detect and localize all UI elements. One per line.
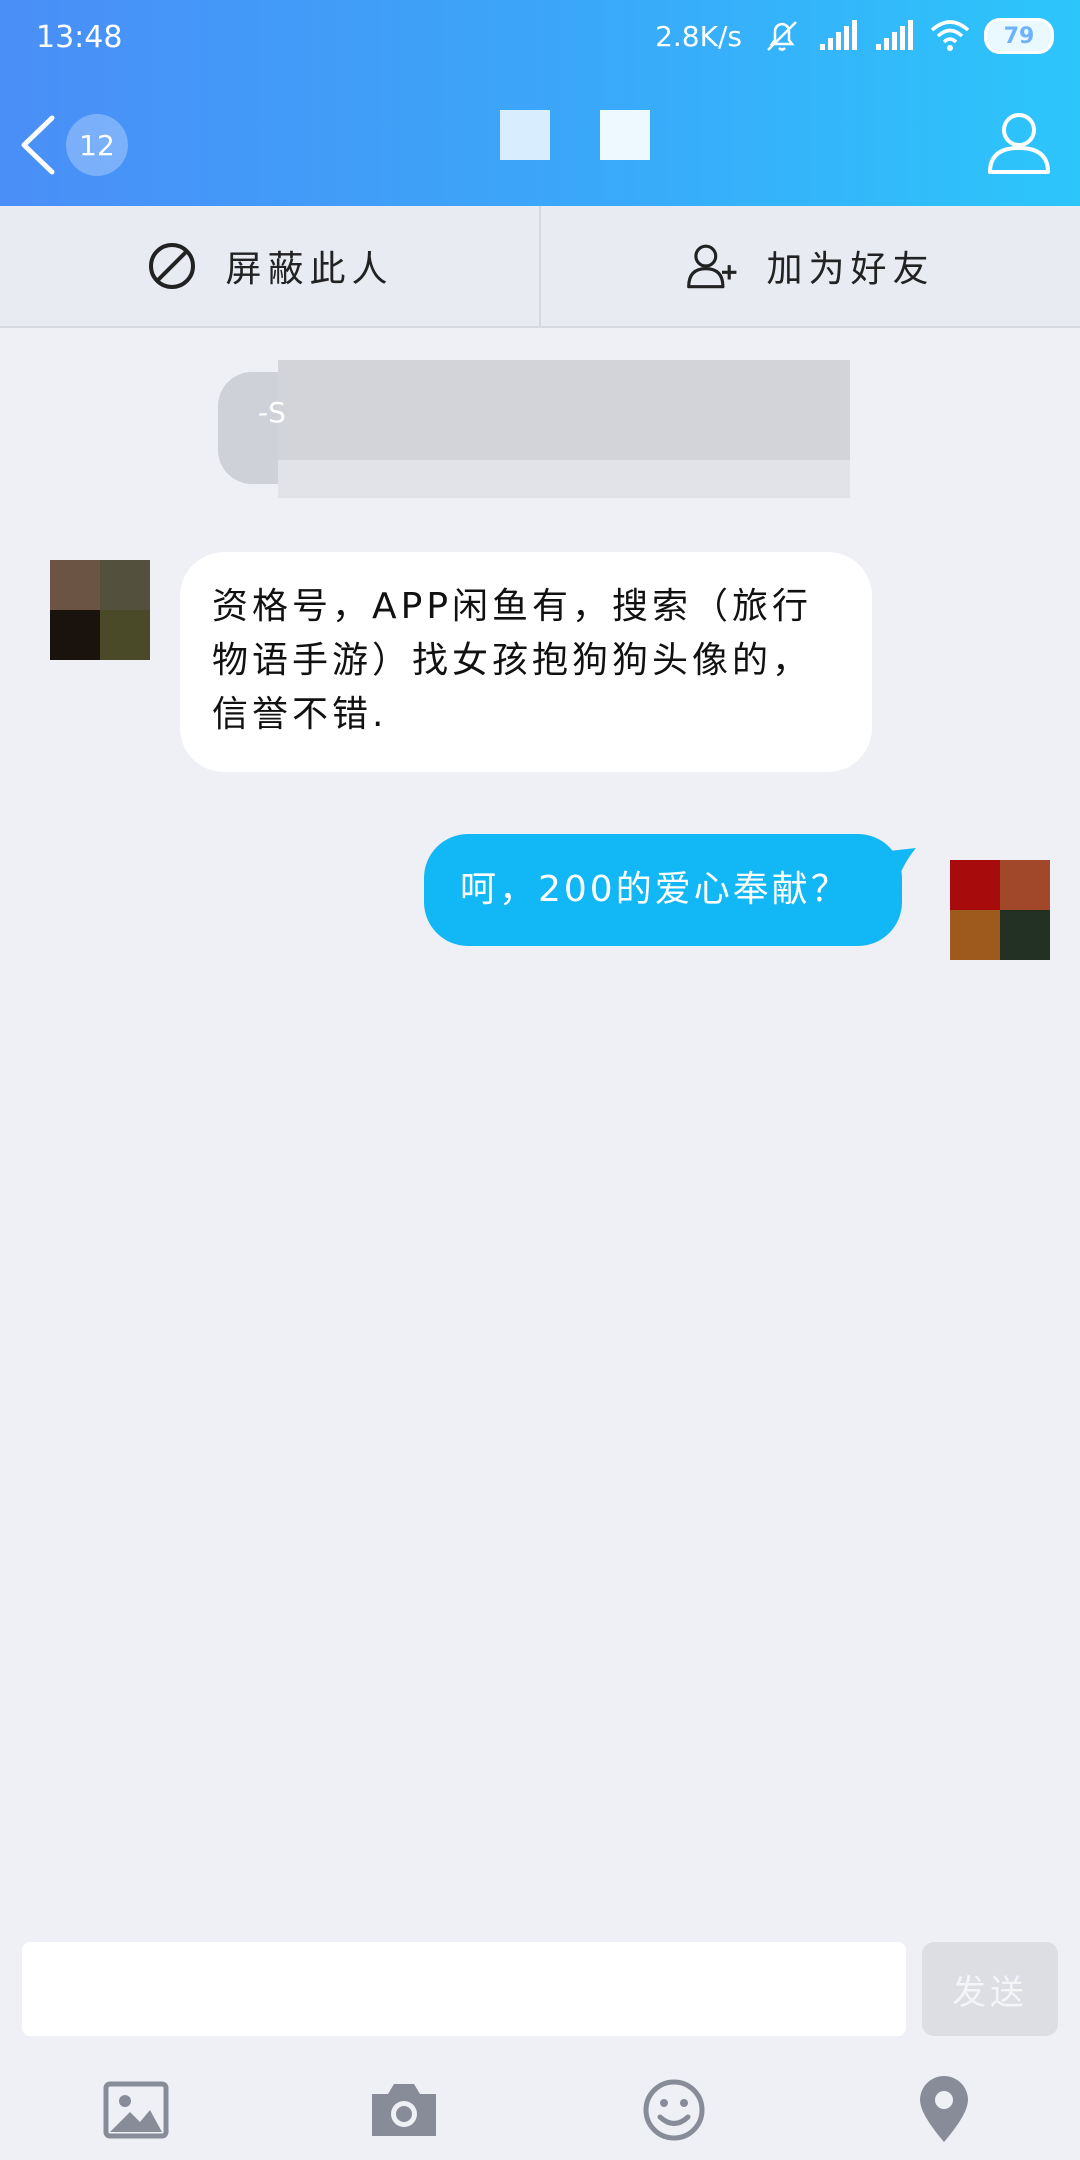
system-notice-text: -S [258, 396, 286, 429]
nav-bar: 12 [0, 100, 1080, 190]
composer-toolbar [0, 2060, 1080, 2160]
chevron-left-icon [21, 115, 55, 175]
stranger-action-bar: 屏蔽此人 加为好友 [0, 206, 1080, 328]
redaction-overlay [278, 460, 850, 498]
avatar[interactable] [50, 560, 150, 660]
send-button[interactable]: 发送 [922, 1942, 1058, 2036]
status-icons: 2.8K/s 79 [655, 18, 1054, 54]
status-time: 13:48 [36, 20, 123, 55]
user-icon[interactable] [984, 108, 1054, 178]
status-bar: 13:48 2.8K/s 79 [0, 0, 1080, 74]
redaction-overlay [278, 360, 850, 460]
back-button[interactable]: 12 [16, 112, 166, 178]
camera-icon [372, 2084, 436, 2136]
title-redacted [500, 110, 550, 160]
emoji-icon [643, 2079, 705, 2141]
add-friend-icon [687, 244, 737, 289]
title-redacted [600, 110, 650, 160]
block-icon [149, 243, 196, 289]
add-friend-label: 加为好友 [766, 249, 935, 290]
block-user-button[interactable]: 屏蔽此人 [0, 206, 539, 326]
header: 13:48 2.8K/s 79 12 [0, 0, 1080, 206]
battery-level: 79 [1003, 23, 1035, 49]
signal-icon [820, 20, 857, 50]
message-bubble[interactable]: 资格号，APP闲鱼有，搜索（旅行物语手游）找女孩抱狗狗头像的，信誉不错. [180, 552, 872, 772]
add-friend-button[interactable]: 加为好友 [539, 206, 1080, 326]
composer: 发送 [0, 1930, 1080, 2050]
battery-icon: 79 [984, 18, 1054, 54]
image-button[interactable] [96, 2070, 176, 2150]
block-user-label: 屏蔽此人 [225, 249, 394, 290]
bubble-tail [880, 848, 916, 884]
location-button[interactable] [904, 2070, 984, 2150]
location-icon [920, 2076, 968, 2142]
bell-off-icon [767, 21, 797, 51]
unread-count-badge: 12 [66, 114, 128, 176]
system-notice: -S [218, 360, 850, 498]
image-icon [103, 2081, 169, 2139]
camera-button[interactable] [364, 2070, 444, 2150]
message-input[interactable] [22, 1942, 906, 2036]
wifi-icon [930, 20, 970, 51]
net-speed: 2.8K/s [655, 19, 742, 53]
emoji-button[interactable] [634, 2070, 714, 2150]
signal-icon [876, 20, 913, 50]
message-bubble[interactable]: 呵，200的爱心奉献？ [424, 834, 902, 946]
avatar[interactable] [950, 860, 1050, 960]
